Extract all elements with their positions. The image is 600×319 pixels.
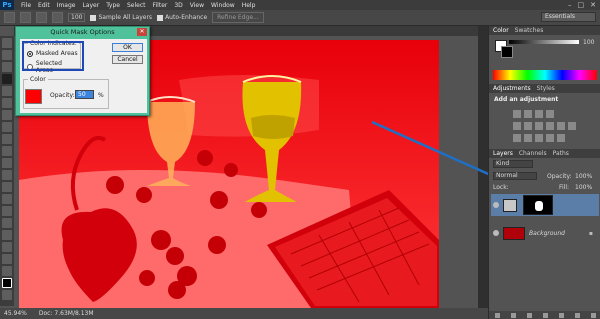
k-slider[interactable] [509,40,579,44]
tab-swatches[interactable]: Swatches [515,27,544,34]
tab-channels[interactable]: Channels [519,150,547,157]
exposure-icon[interactable] [546,110,554,118]
invert-icon[interactable] [513,134,521,142]
percent-label: % [98,92,104,99]
fill-value[interactable]: 100% [575,184,592,191]
tab-styles[interactable]: Styles [537,85,555,92]
trash-icon[interactable] [590,312,596,318]
background-layer-name: Background [529,229,565,237]
layer-row-masked[interactable] [491,194,599,216]
adjustment-icons-row-2 [513,122,576,130]
right-panels: Color Swatches 100 Adjustments Styles Ad… [488,26,600,319]
dialog-close-button[interactable]: ✕ [137,28,147,36]
status-bar: 45.94% Doc: 7.63M/8.13M [0,308,488,319]
black-white-icon[interactable] [546,122,554,130]
vibrance-icon[interactable] [513,122,521,130]
color-value[interactable]: 100 [583,39,594,46]
posterize-icon[interactable] [524,134,532,142]
tab-paths[interactable]: Paths [553,150,569,157]
visibility-eye-icon[interactable] [493,202,499,208]
color-spectrum[interactable] [493,70,597,80]
dialog-title: Quick Mask Options [50,28,115,36]
curves-icon[interactable] [535,110,543,118]
tab-layers[interactable]: Layers [493,150,513,157]
dialog-opacity-input[interactable]: 50 [75,90,94,99]
color-balance-icon[interactable] [535,122,543,130]
background-swatch[interactable] [501,46,513,58]
adjustment-icons-row-3 [513,134,565,142]
ok-button[interactable]: OK [112,43,143,52]
photo-filter-icon[interactable] [557,122,565,130]
layer-mask-thumbnail[interactable] [523,195,553,215]
background-thumbnail [503,226,525,240]
color-group-label: Color [28,76,48,83]
layer-thumbnail [503,198,517,212]
gradient-map-icon[interactable] [546,134,554,142]
lock-icon: ▪ [588,229,593,237]
cancel-button[interactable]: Cancel [112,55,143,64]
layer-filter-kind[interactable]: Kind [493,160,533,168]
levels-icon[interactable] [524,110,532,118]
visibility-eye-icon[interactable] [493,230,499,236]
color-panel-tabs: Color Swatches [489,26,600,35]
dialog-body: Color Indicates: Masked Areas Selected A… [20,39,147,113]
threshold-icon[interactable] [535,134,543,142]
channel-mixer-icon[interactable] [568,122,576,130]
adjustments-panel-tabs: Adjustments Styles [489,84,600,93]
adjustments-heading: Add an adjustment [494,96,559,103]
new-layer-icon[interactable] [574,312,580,318]
new-adjustment-icon[interactable] [542,312,548,318]
tab-adjustments[interactable]: Adjustments [493,85,531,92]
link-layers-icon[interactable] [494,312,500,318]
tab-color[interactable]: Color [493,27,509,34]
blend-mode-select[interactable]: Normal [493,172,537,180]
selective-color-icon[interactable] [557,134,565,142]
layer-opacity-value[interactable]: 100% [575,173,592,180]
adjustment-icons-row-1 [513,110,554,118]
hue-saturation-icon[interactable] [524,122,532,130]
new-group-icon[interactable] [558,312,564,318]
document-size: Doc: 7.63M/8.13M [38,310,94,317]
layer-opacity-label: Opacity: [547,173,572,180]
fx-icon[interactable] [510,312,516,318]
highlight-box [22,41,84,71]
fill-label: Fill: [559,184,570,191]
add-mask-icon[interactable] [526,312,532,318]
lock-label: Lock: [493,184,509,191]
brightness-contrast-icon[interactable] [513,110,521,118]
layers-panel-tabs: Layers Channels Paths [489,149,600,158]
layer-row-background[interactable]: Background ▪ [491,222,599,244]
dialog-opacity-label: Opacity: [50,92,75,99]
layers-panel-buttons [489,311,600,319]
zoom-level[interactable]: 45.94% [4,310,27,317]
mask-color-swatch[interactable] [25,89,42,104]
quick-mask-options-dialog: Quick Mask Options ✕ Color Indicates: Ma… [15,26,150,116]
